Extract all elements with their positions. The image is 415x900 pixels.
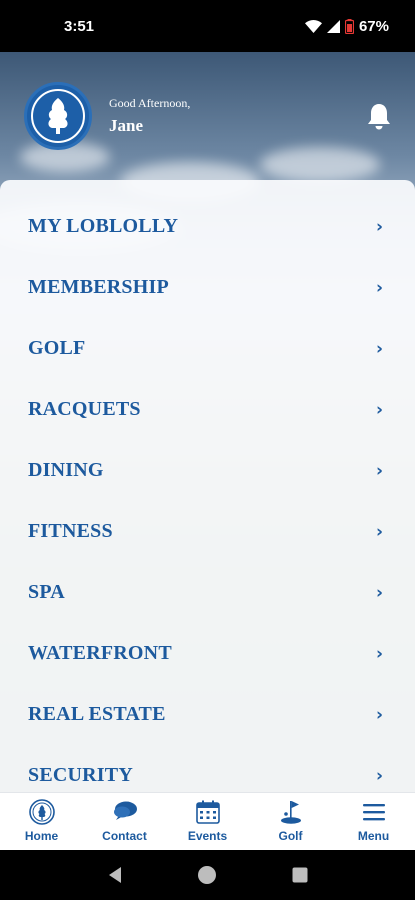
menu-item-label: REAL ESTATE: [28, 703, 166, 725]
nav-golf[interactable]: Golf: [249, 793, 332, 850]
menu-item-label: MY LOBLOLLY: [28, 215, 179, 237]
nav-label: Events: [187, 829, 228, 843]
nav-label: Contact: [102, 829, 147, 843]
notification-bell-icon[interactable]: [366, 102, 392, 130]
chevron-right-icon: ›: [375, 338, 383, 359]
nav-events[interactable]: Events: [166, 793, 249, 850]
pine-tree-icon: [31, 89, 85, 143]
menu-item-my-loblolly[interactable]: MY LOBLOLLY ›: [0, 196, 415, 257]
club-logo-icon: [28, 799, 55, 825]
status-indicators: 67%: [304, 17, 389, 35]
menu-item-label: SECURITY: [28, 764, 133, 786]
status-bar: 3:51 67%: [0, 0, 415, 52]
club-logo[interactable]: [24, 82, 92, 150]
nav-home[interactable]: Home: [0, 793, 83, 850]
menu-item-fitness[interactable]: FITNESS ›: [0, 501, 415, 562]
hamburger-menu-icon: [361, 799, 387, 825]
golf-flag-icon: [278, 799, 304, 825]
chevron-right-icon: ›: [375, 399, 383, 420]
menu-item-label: MEMBERSHIP: [28, 276, 169, 298]
nav-label: Golf: [278, 829, 303, 843]
nav-label: Home: [24, 829, 59, 843]
menu-item-label: GOLF: [28, 337, 86, 359]
menu-item-security[interactable]: SECURITY ›: [0, 745, 415, 792]
chevron-right-icon: ›: [375, 521, 383, 542]
chevron-right-icon: ›: [375, 704, 383, 725]
status-time: 3:51: [64, 17, 95, 35]
home-circle-icon[interactable]: [197, 865, 217, 885]
menu-item-label: SPA: [28, 581, 65, 603]
chevron-right-icon: ›: [375, 277, 383, 298]
menu-item-label: WATERFRONT: [28, 642, 172, 664]
chevron-right-icon: ›: [375, 460, 383, 481]
menu-item-label: DINING: [28, 459, 104, 481]
menu-item-waterfront[interactable]: WATERFRONT ›: [0, 623, 415, 684]
menu-item-label: FITNESS: [28, 520, 113, 542]
nav-label: Menu: [357, 829, 390, 843]
menu-item-dining[interactable]: DINING ›: [0, 440, 415, 501]
menu-panel: MY LOBLOLLY › MEMBERSHIP › GOLF › RACQUE…: [0, 180, 415, 792]
recents-square-icon[interactable]: [292, 867, 308, 883]
battery-icon: [344, 18, 354, 34]
menu-item-label: RACQUETS: [28, 398, 141, 420]
nav-contact[interactable]: Contact: [83, 793, 166, 850]
chevron-right-icon: ›: [375, 216, 383, 237]
menu-item-spa[interactable]: SPA ›: [0, 562, 415, 623]
chevron-right-icon: ›: [375, 643, 383, 664]
bottom-nav: Home Contact Events Golf Menu: [0, 792, 415, 850]
chevron-right-icon: ›: [375, 765, 383, 786]
calendar-icon: [195, 799, 221, 825]
chat-bubbles-icon: [112, 799, 138, 825]
user-name: Jane: [109, 116, 143, 135]
battery-percent: 67%: [358, 17, 389, 35]
system-navigation-bar: [0, 850, 415, 900]
menu-item-racquets[interactable]: RACQUETS ›: [0, 379, 415, 440]
wifi-icon: [304, 19, 322, 33]
menu-item-membership[interactable]: MEMBERSHIP ›: [0, 257, 415, 318]
back-triangle-icon[interactable]: [107, 866, 123, 884]
menu-item-golf[interactable]: GOLF ›: [0, 318, 415, 379]
menu-item-real-estate[interactable]: REAL ESTATE ›: [0, 684, 415, 745]
greeting-text: Good Afternoon,: [109, 96, 191, 110]
nav-menu[interactable]: Menu: [332, 793, 415, 850]
cellular-signal-icon: [326, 19, 340, 33]
chevron-right-icon: ›: [375, 582, 383, 603]
